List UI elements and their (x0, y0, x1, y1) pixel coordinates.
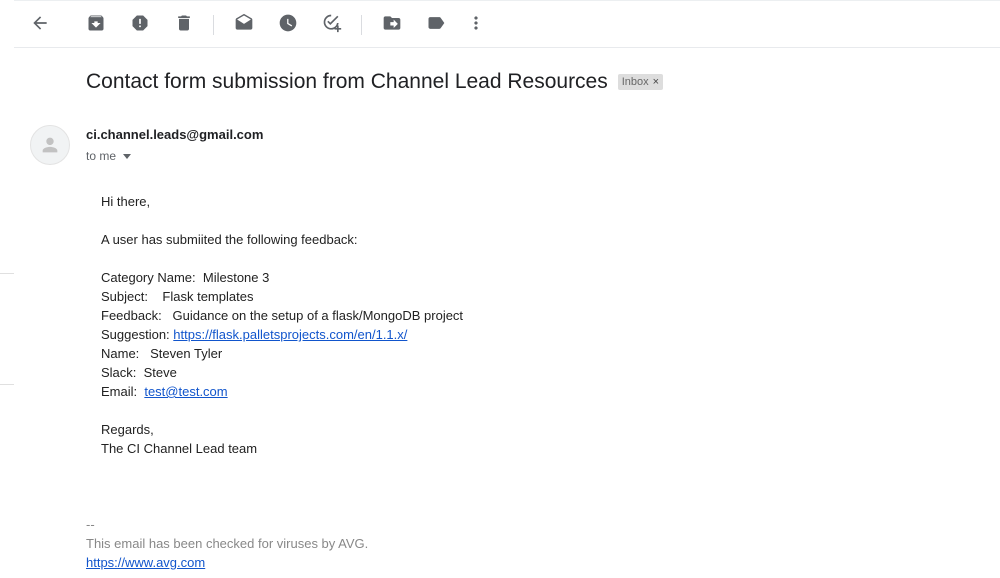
archive-button[interactable] (84, 11, 108, 35)
email-subject: Contact form submission from Channel Lea… (86, 70, 608, 93)
report-spam-button[interactable] (128, 11, 152, 35)
more-options-button[interactable] (464, 11, 488, 35)
chevron-down-icon (123, 153, 132, 159)
add-task-button[interactable] (320, 11, 344, 35)
more-icon (474, 16, 478, 30)
field-feedback: Feedback: Guidance on the setup of a fla… (101, 308, 464, 323)
email-link[interactable]: test@test.com (144, 384, 227, 399)
suggestion-link[interactable]: https://flask.palletsprojects.com/en/1.1… (173, 327, 407, 342)
add-task-icon (323, 14, 342, 33)
delete-icon (178, 15, 190, 31)
move-to-button[interactable] (380, 11, 404, 35)
divider (0, 384, 14, 385)
labels-button[interactable] (424, 11, 448, 35)
inbox-label-text: Inbox (621, 76, 649, 88)
delete-button[interactable] (172, 11, 196, 35)
toolbar-divider (213, 15, 214, 35)
field-suggestion: Suggestion: https://flask.palletsproject… (101, 325, 407, 344)
snooze-button[interactable] (276, 11, 300, 35)
intro-text: A user has submiited the following feedb… (101, 232, 358, 247)
signature-link-row: https://www.avg.com (86, 553, 205, 572)
field-category: Category Name: Milestone 3 (101, 270, 270, 285)
regards-text: Regards, (101, 422, 154, 437)
recipient-details[interactable]: to me (86, 149, 132, 163)
snooze-icon (279, 14, 297, 32)
back-button[interactable] (28, 11, 52, 35)
toolbar-divider (361, 15, 362, 35)
field-email: Email: test@test.com (101, 382, 228, 401)
person-icon (42, 137, 58, 153)
inbox-label-chip[interactable]: Inbox × (617, 74, 664, 90)
email-label: Email: (101, 384, 145, 399)
move-to-icon (383, 16, 401, 30)
labels-icon (428, 17, 445, 29)
report-spam-icon (132, 15, 148, 31)
field-subject: Subject: Flask templates (101, 289, 254, 304)
field-slack: Slack: Steve (101, 365, 177, 380)
archive-icon (88, 15, 104, 31)
greeting: Hi there, (101, 194, 151, 209)
team-signoff: The CI Channel Lead team (101, 441, 258, 456)
mark-unread-button[interactable] (232, 11, 256, 35)
sender-address[interactable]: ci.channel.leads@gmail.com (86, 127, 263, 142)
suggestion-label: Suggestion: (101, 327, 174, 342)
signature-text: This email has been checked for viruses … (86, 536, 369, 551)
subject-row: Contact form submission from Channel Lea… (86, 70, 664, 94)
mark-unread-icon (235, 13, 253, 30)
divider (0, 273, 14, 274)
sender-avatar[interactable] (30, 125, 70, 165)
message-toolbar (14, 0, 1000, 48)
avg-link[interactable]: https://www.avg.com (86, 555, 205, 570)
signature-dashes: -- (86, 517, 95, 532)
recipient-label: to me (86, 149, 117, 163)
field-name: Name: Steven Tyler (101, 346, 223, 361)
remove-label-icon[interactable]: × (653, 76, 659, 88)
back-arrow-icon (33, 16, 47, 30)
